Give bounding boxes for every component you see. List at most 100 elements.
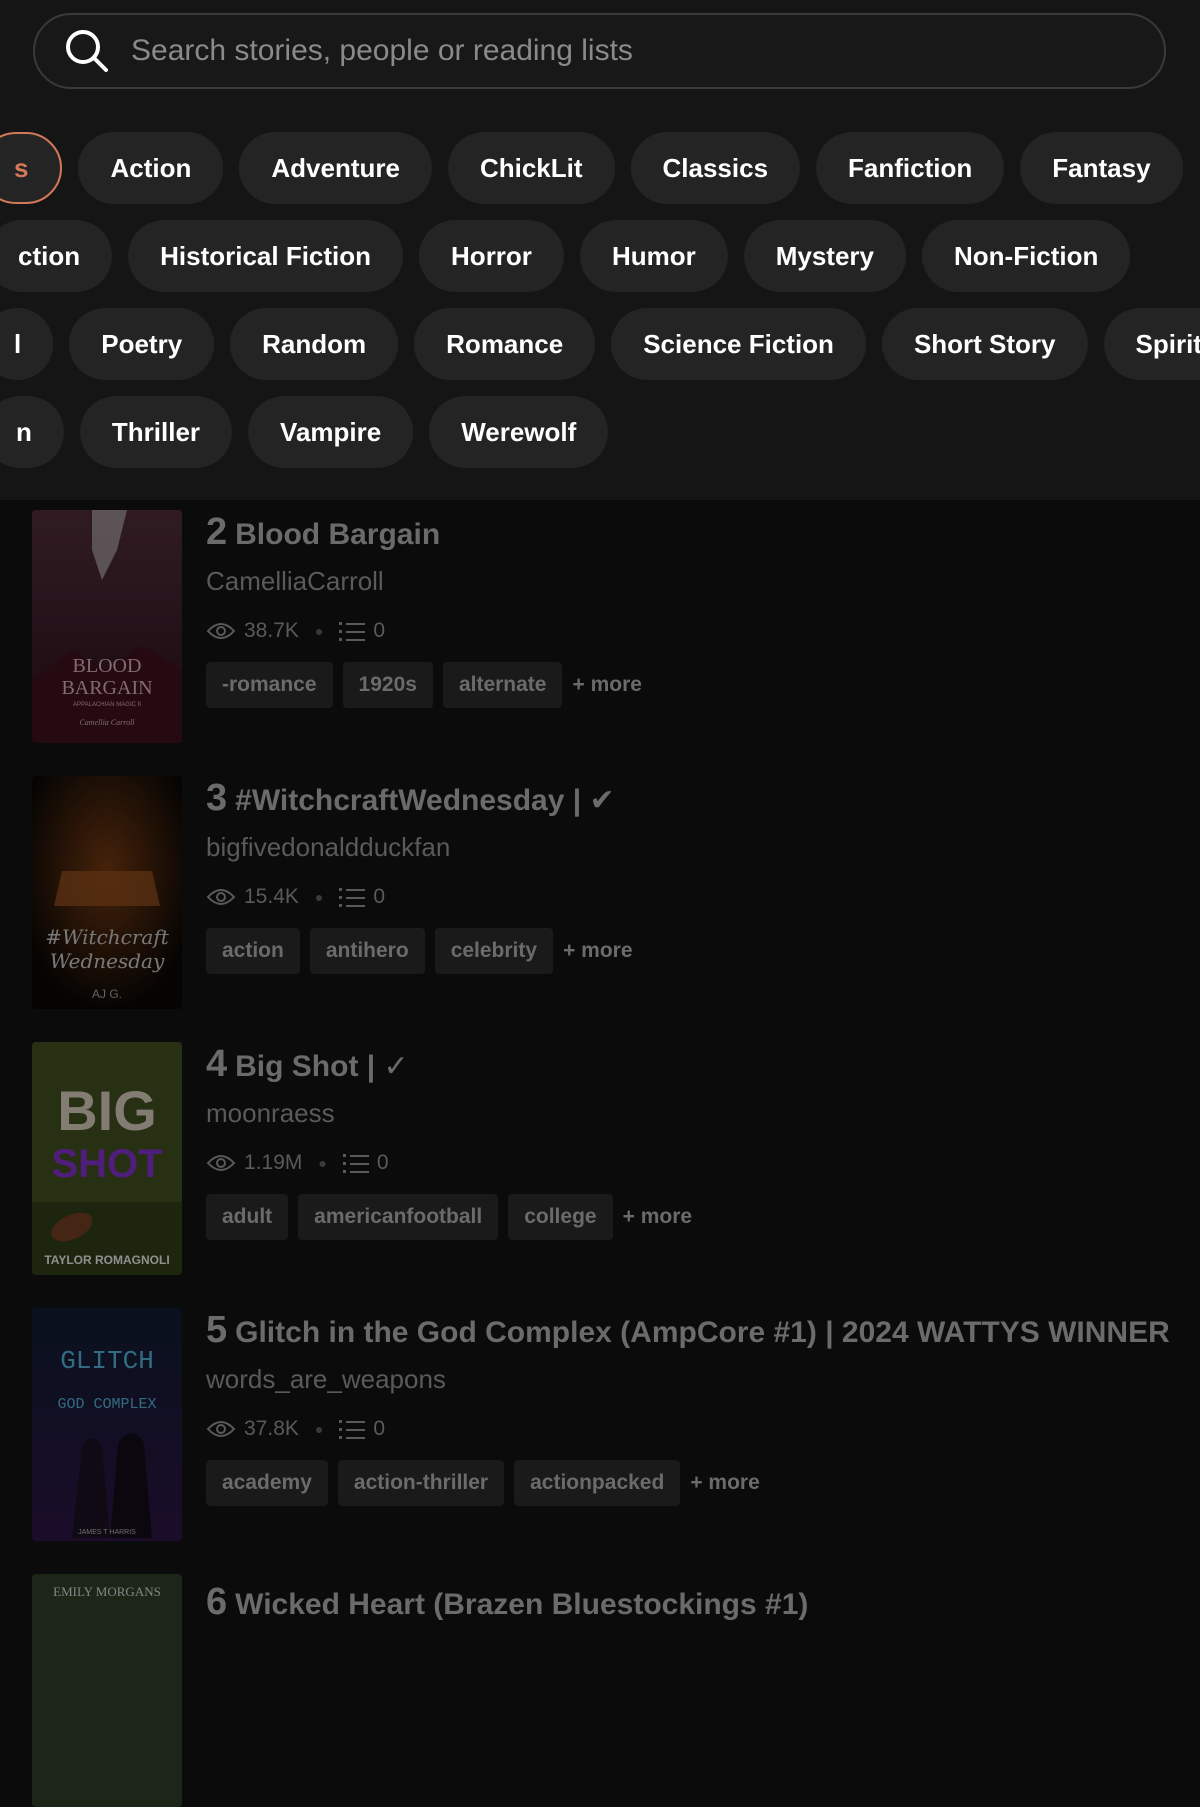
story-rank: 3	[206, 777, 228, 819]
story-stats: 38.7K ● 0	[206, 616, 1182, 646]
tag[interactable]: adult	[206, 1194, 289, 1240]
story-title[interactable]: 3 #WitchcraftWednesday | ✔	[206, 776, 1182, 820]
story-title-text: #WitchcraftWednesday | ✔	[235, 784, 615, 817]
story-tags: academy action-thriller actionpacked + m…	[206, 1460, 1182, 1506]
story-info: 2 Blood Bargain CamelliaCarroll 38.7K ● 0…	[206, 510, 1182, 708]
more-tags-link[interactable]: + more	[623, 1205, 692, 1229]
story-author[interactable]: CamelliaCarroll	[206, 564, 1182, 598]
genre-pill-romance[interactable]: Romance	[414, 308, 596, 380]
story-author[interactable]: bigfivedonaldduckfan	[206, 830, 1182, 864]
tag[interactable]: actionpacked	[514, 1460, 681, 1506]
read-count: 37.8K	[244, 1417, 299, 1440]
separator-dot: ●	[318, 1155, 327, 1171]
genre-pill-non-fiction[interactable]: Non-Fiction	[922, 220, 1131, 292]
list-count: 0	[373, 1417, 386, 1440]
genre-pill-fanfiction[interactable]: Fanfiction	[816, 132, 1005, 204]
story-item[interactable]: GLITCH GOD COMPLEX JAMES T HARRIS 5 Glitc…	[32, 1298, 1182, 1541]
read-count: 38.7K	[244, 619, 299, 642]
cover-image: #Witchcraft Wednesday AJ G.	[32, 776, 182, 1009]
more-tags-link[interactable]: + more	[563, 939, 632, 963]
story-rank: 2	[206, 511, 228, 553]
story-cover[interactable]: GLITCH GOD COMPLEX JAMES T HARRIS	[32, 1308, 182, 1541]
cover-image: GLITCH GOD COMPLEX JAMES T HARRIS	[32, 1308, 182, 1541]
genre-pill-vampire[interactable]: Vampire	[248, 396, 414, 468]
cover-image: EMILY MORGANS	[32, 1574, 182, 1807]
genre-pill-historical-fiction[interactable]: Historical Fiction	[128, 220, 404, 292]
story-title[interactable]: 4 Big Shot | ✓	[206, 1042, 1182, 1086]
story-rank: 6	[206, 1581, 228, 1623]
story-info: 4 Big Shot | ✓ moonraess 1.19M ● 0 adult …	[206, 1042, 1182, 1240]
separator-dot: ●	[314, 889, 324, 905]
genre-pill-partial[interactable]: l	[0, 308, 54, 380]
genre-pill-poetry[interactable]: Poetry	[69, 308, 215, 380]
story-tags: -romance 1920s alternate + more	[206, 662, 1182, 708]
tag[interactable]: -romance	[206, 662, 333, 708]
list-icon	[339, 1420, 366, 1439]
tag[interactable]: academy	[206, 1460, 328, 1506]
genre-pill-selected[interactable]: s	[0, 132, 63, 204]
more-tags-link[interactable]: + more	[690, 1471, 759, 1495]
genre-pill-mystery[interactable]: Mystery	[743, 220, 906, 292]
separator-dot: ●	[314, 1421, 324, 1437]
story-cover[interactable]: BIG SHOT TAYLOR ROMAGNOLI	[32, 1042, 182, 1275]
story-stats: 15.4K ● 0	[206, 882, 1182, 912]
list-icon	[339, 888, 366, 907]
read-count: 15.4K	[244, 885, 299, 908]
story-item[interactable]: EMILY MORGANS 6 Wicked Heart (Brazen Blue…	[32, 1564, 1182, 1807]
story-title-text: Glitch in the God Complex (AmpCore #1) |…	[235, 1316, 1170, 1349]
story-info: 5 Glitch in the God Complex (AmpCore #1) …	[206, 1308, 1182, 1506]
story-cover[interactable]: EMILY MORGANS	[32, 1574, 182, 1807]
cover-image: BIG SHOT TAYLOR ROMAGNOLI	[32, 1042, 182, 1275]
story-author[interactable]: words_are_weapons	[206, 1362, 1182, 1396]
eye-icon	[206, 1155, 236, 1171]
genre-pill-thriller[interactable]: Thriller	[79, 396, 233, 468]
read-count: 1.19M	[244, 1151, 303, 1174]
genre-pill-chicklit[interactable]: ChickLit	[447, 132, 615, 204]
story-cover[interactable]: #Witchcraft Wednesday AJ G.	[32, 776, 182, 1009]
eye-icon	[206, 889, 236, 905]
story-author[interactable]: moonraess	[206, 1096, 1182, 1130]
tag[interactable]: college	[508, 1194, 613, 1240]
story-title-text: Wicked Heart (Brazen Bluestockings #1)	[235, 1588, 809, 1621]
genre-pill-short-story[interactable]: Short Story	[881, 308, 1088, 380]
search-bar[interactable]	[33, 13, 1166, 89]
more-tags-link[interactable]: + more	[572, 673, 641, 697]
cover-image: BLOOD BARGAIN APPALACHIAN MAGIC II Camel…	[32, 510, 182, 743]
tag[interactable]: 1920s	[342, 662, 433, 708]
genre-pill-partial-n[interactable]: n	[0, 396, 64, 468]
story-title[interactable]: 5 Glitch in the God Complex (AmpCore #1) …	[206, 1308, 1182, 1352]
story-title-text: Big Shot | ✓	[235, 1050, 409, 1083]
story-cover[interactable]: BLOOD BARGAIN APPALACHIAN MAGIC II Camel…	[32, 510, 182, 743]
search-input[interactable]	[129, 33, 1164, 69]
tag[interactable]: action	[206, 928, 300, 974]
genre-pill-classics[interactable]: Classics	[630, 132, 801, 204]
story-title[interactable]: 6 Wicked Heart (Brazen Bluestockings #1)	[206, 1580, 1182, 1624]
genre-pill-werewolf[interactable]: Werewolf	[429, 396, 609, 468]
genre-row-1: s Action Adventure ChickLit Classics Fan…	[0, 132, 1199, 204]
story-info: 6 Wicked Heart (Brazen Bluestockings #1)	[206, 1574, 1182, 1624]
story-title[interactable]: 2 Blood Bargain	[206, 510, 1182, 554]
genre-pill-science-fiction[interactable]: Science Fiction	[611, 308, 866, 380]
genre-pill-partial-fiction[interactable]: ction	[0, 220, 113, 292]
story-tags: adult americanfootball college + more	[206, 1194, 1182, 1240]
genre-pill-fantasy[interactable]: Fantasy	[1020, 132, 1183, 204]
story-item[interactable]: BIG SHOT TAYLOR ROMAGNOLI 4 Big Shot | ✓ …	[32, 1032, 1182, 1275]
genre-row-4: n Thriller Vampire Werewolf	[0, 396, 624, 468]
genre-pill-humor[interactable]: Humor	[579, 220, 728, 292]
tag[interactable]: action-thriller	[337, 1460, 505, 1506]
tag[interactable]: alternate	[442, 662, 563, 708]
genre-pill-horror[interactable]: Horror	[419, 220, 564, 292]
eye-icon	[206, 1421, 236, 1437]
story-stats: 1.19M ● 0	[206, 1148, 1182, 1178]
tag[interactable]: americanfootball	[298, 1194, 499, 1240]
genre-pill-random[interactable]: Random	[230, 308, 399, 380]
genre-pill-action[interactable]: Action	[78, 132, 224, 204]
tag[interactable]: celebrity	[434, 928, 554, 974]
story-item[interactable]: #Witchcraft Wednesday AJ G. 3 #Witchcraft…	[32, 766, 1182, 1009]
genre-row-2: ction Historical Fiction Horror Humor My…	[0, 220, 1146, 292]
story-tags: action antihero celebrity + more	[206, 928, 1182, 974]
tag[interactable]: antihero	[309, 928, 425, 974]
genre-pill-adventure[interactable]: Adventure	[239, 132, 432, 204]
genre-pill-spiritual[interactable]: Spiritu	[1103, 308, 1200, 380]
story-item[interactable]: BLOOD BARGAIN APPALACHIAN MAGIC II Camel…	[32, 500, 1182, 743]
